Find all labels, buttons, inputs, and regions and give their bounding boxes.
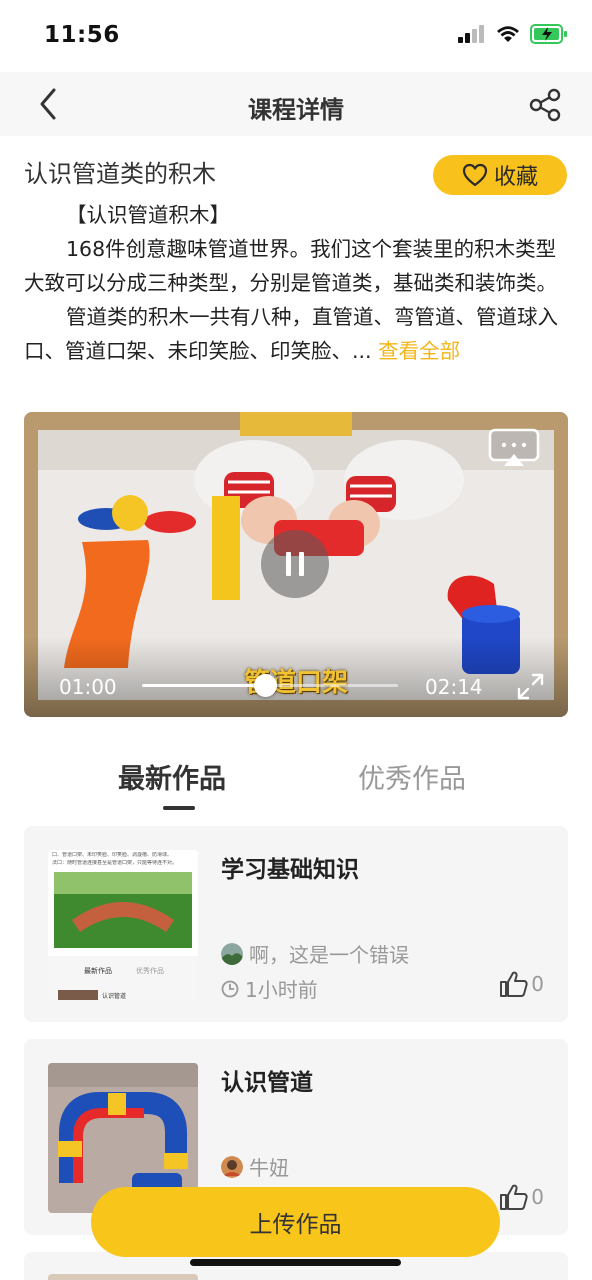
video-progress-fill xyxy=(142,684,265,687)
battery-icon xyxy=(530,24,567,44)
video-player[interactable]: 管道口架 01:00 02:14 xyxy=(24,412,568,717)
thumbnail-text-2: 法口：随时管道连接甚至是管道口架，只能等待连不对。 xyxy=(52,860,178,866)
upload-work-button[interactable]: 上传作品 xyxy=(91,1187,500,1257)
thumbnail-text-1: 口、管道口架、未印笑脸、印笑脸、涡漩槽、防滑球。 xyxy=(52,852,173,858)
description-heading: 【认识管道积木】 xyxy=(66,203,230,227)
work-title: 认识管道 xyxy=(221,1070,313,1096)
screen-cast-icon[interactable] xyxy=(488,428,540,468)
favorite-button[interactable]: 收藏 xyxy=(433,155,567,195)
like-count: 0 xyxy=(531,1185,544,1209)
like-count: 0 xyxy=(531,972,544,996)
description-paragraph-2: 管道类的积木一共有八种，直管道、弯管道、管道球入口、管道口架、未印笑脸、印笑脸、… xyxy=(24,300,568,368)
work-time-text: 1小时前 xyxy=(245,978,318,1002)
home-indicator xyxy=(190,1259,401,1266)
status-time: 11:56 xyxy=(44,22,120,48)
pause-icon-bar xyxy=(299,552,304,576)
status-bar: 11:56 xyxy=(0,0,592,72)
clock-icon xyxy=(221,980,239,997)
favorite-label: 收藏 xyxy=(493,165,538,190)
course-description: 【认识管道积木】 168件创意趣味管道世界。我们这个套装里的积木类型大致可以分成… xyxy=(24,198,568,368)
works-tabs: 最新作品 优秀作品 xyxy=(0,740,592,820)
description-paragraph-2-text: 管道类的积木一共有八种，直管道、弯管道、管道球入口、管道口架、未印笑脸、印笑脸、… xyxy=(24,305,558,363)
video-current-time: 01:00 xyxy=(59,675,117,699)
like-button[interactable]: 0 xyxy=(499,970,544,998)
share-icon[interactable] xyxy=(528,88,562,122)
thumbnail-tab-best: 优秀作品 xyxy=(136,967,164,975)
thumbs-up-icon xyxy=(500,971,528,997)
video-duration: 02:14 xyxy=(425,675,483,699)
status-icons xyxy=(458,24,568,44)
see-all-link[interactable]: 查看全部 xyxy=(378,339,460,363)
like-button[interactable]: 0 xyxy=(499,1183,544,1211)
work-author: 啊，这是一个错误 xyxy=(221,939,409,968)
description-paragraph-1: 168件创意趣味管道世界。我们这个套装里的积木类型大致可以分成三种类型，分别是管… xyxy=(24,237,557,295)
tab-latest-works[interactable]: 最新作品 xyxy=(118,757,226,796)
page-title: 课程详情 xyxy=(248,96,344,124)
course-title: 认识管道类的积木 xyxy=(24,160,216,188)
signal-icon xyxy=(458,25,484,43)
work-title: 学习基础知识 xyxy=(221,857,359,883)
fullscreen-icon[interactable] xyxy=(517,673,544,700)
avatar xyxy=(221,942,243,965)
work-author-name: 啊，这是一个错误 xyxy=(249,943,409,967)
thumbnail-tab-latest: 最新作品 xyxy=(84,967,112,975)
nav-bar: 课程详情 xyxy=(0,72,592,136)
thumbs-up-icon xyxy=(500,1184,528,1210)
work-thumbnail xyxy=(48,1274,198,1280)
video-progress-slider[interactable] xyxy=(142,674,398,697)
pause-button[interactable] xyxy=(261,530,329,598)
tab-indicator xyxy=(163,806,195,810)
work-card[interactable]: 口、管道口架、未印笑脸、印笑脸、涡漩槽、防滑球。 法口：随时管道连接甚至是管道口… xyxy=(24,826,568,1022)
avatar xyxy=(221,1155,243,1178)
thumbnail-item: 认识管道 xyxy=(102,993,127,1000)
work-author-name: 牛妞 xyxy=(249,1156,289,1180)
heart-icon xyxy=(462,163,488,187)
pause-icon-bar xyxy=(286,552,291,576)
work-time: 1小时前 xyxy=(221,974,318,1003)
video-progress-knob[interactable] xyxy=(253,674,277,697)
tab-excellent-works[interactable]: 优秀作品 xyxy=(358,757,466,796)
work-author: 牛妞 xyxy=(221,1152,289,1181)
work-thumbnail: 口、管道口架、未印笑脸、印笑脸、涡漩槽、防滑球。 法口：随时管道连接甚至是管道口… xyxy=(48,850,198,1000)
work-thumbnail-image xyxy=(48,850,198,1000)
wifi-icon xyxy=(497,26,519,42)
